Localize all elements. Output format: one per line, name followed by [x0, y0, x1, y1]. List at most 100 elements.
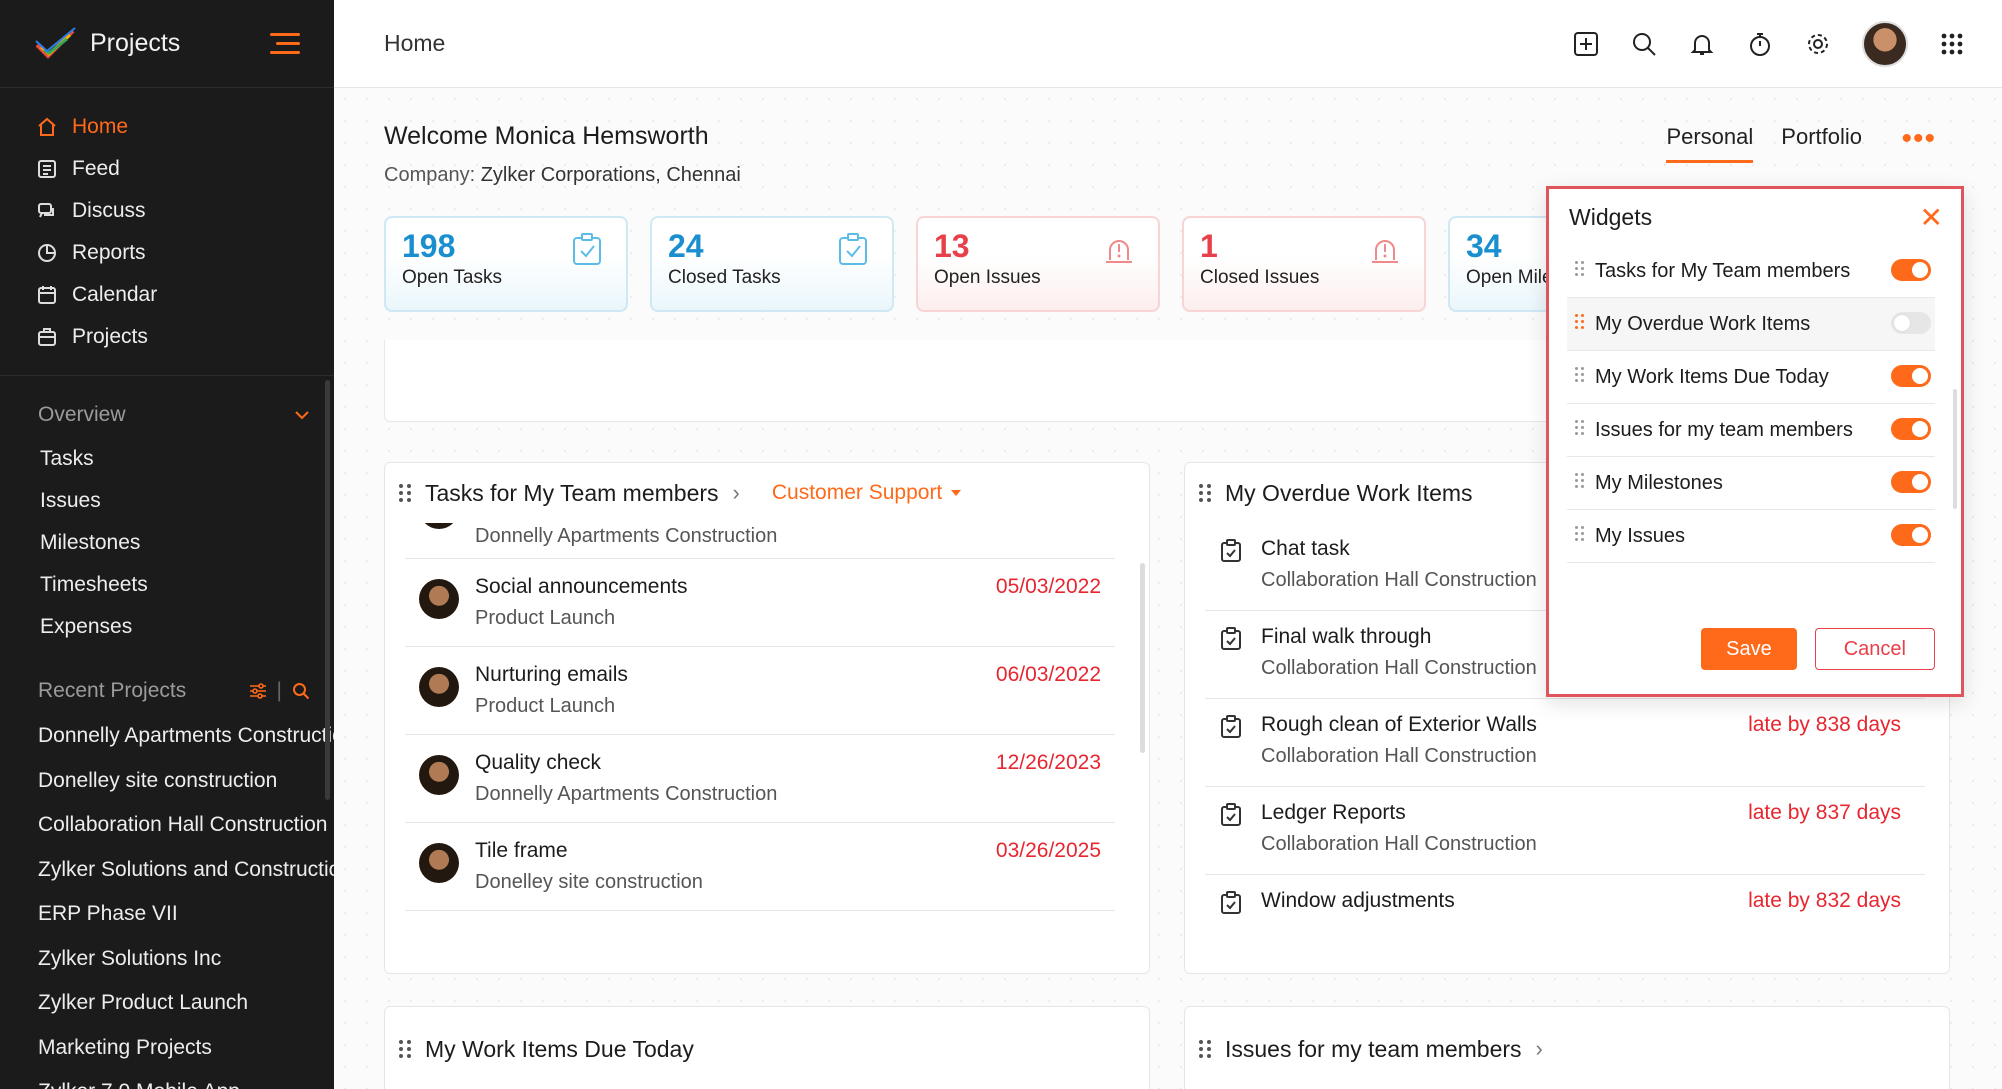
widgets-title: Widgets: [1569, 203, 1653, 230]
task-name[interactable]: Window adjustments: [1261, 889, 1455, 913]
nav-label: Feed: [72, 157, 120, 180]
table-row[interactable]: Ledger Reports Collaboration Hall Constr…: [1205, 787, 1925, 875]
table-row[interactable]: Rough clean of Exterior Walls Collaborat…: [1205, 699, 1925, 787]
overview-item-expenses[interactable]: Expenses: [0, 606, 334, 648]
recent-project-item[interactable]: Zylker Solutions Inc: [0, 937, 334, 982]
sidebar-scrollbar[interactable]: [325, 380, 330, 800]
widget-option[interactable]: Tasks for My Team members: [1567, 245, 1935, 298]
task-name[interactable]: Quality check: [475, 751, 601, 775]
widget-title[interactable]: My Work Items Due Today: [425, 1036, 694, 1063]
overview-item-tasks[interactable]: Tasks: [0, 438, 334, 480]
nav-item-discuss[interactable]: Discuss: [0, 190, 334, 232]
task-icon: [1221, 803, 1241, 826]
drag-handle-icon[interactable]: [1199, 1040, 1213, 1058]
stat-open-tasks[interactable]: 198 Open Tasks: [384, 216, 628, 312]
recent-project-item[interactable]: Zylker Solutions and Construction: [0, 848, 334, 893]
recent-project-item[interactable]: Collaboration Hall Construction: [0, 803, 334, 848]
table-row[interactable]: Quality check Donnelly Apartments Constr…: [405, 735, 1115, 823]
drag-handle-icon[interactable]: [1575, 367, 1584, 382]
task-name[interactable]: Ledger Reports: [1261, 801, 1406, 825]
widget-option[interactable]: My Issues: [1567, 510, 1935, 563]
more-options-icon[interactable]: •••: [1901, 124, 1936, 154]
chevron-right-icon[interactable]: ›: [1536, 1036, 1543, 1062]
search-icon[interactable]: [1630, 30, 1658, 58]
widget-title[interactable]: My Overdue Work Items: [1225, 480, 1473, 507]
recent-project-item[interactable]: Donelley site construction: [0, 759, 334, 804]
table-row[interactable]: Window adjustments late by 832 days: [1205, 875, 1925, 963]
drag-handle-icon[interactable]: [1575, 526, 1584, 541]
list-scrollbar[interactable]: [1140, 563, 1145, 753]
widget-toggle[interactable]: [1891, 365, 1931, 387]
nav-item-feed[interactable]: Feed: [0, 148, 334, 190]
late-badge: late by 838 days: [1748, 713, 1901, 736]
nav-item-projects[interactable]: Projects: [0, 316, 334, 358]
widgets-actions: Save Cancel: [1701, 628, 1935, 670]
widget-option[interactable]: My Milestones: [1567, 457, 1935, 510]
gear-icon[interactable]: [1804, 30, 1832, 58]
close-icon[interactable]: ✕: [1920, 201, 1943, 234]
widget-option-label: My Issues: [1595, 525, 1686, 547]
task-name[interactable]: Chat task: [1261, 537, 1350, 561]
task-name[interactable]: Final walk through: [1261, 625, 1431, 649]
drag-handle-icon[interactable]: [399, 1040, 413, 1058]
recent-project-item[interactable]: ERP Phase VII: [0, 892, 334, 937]
overview-header[interactable]: Overview: [0, 392, 334, 438]
task-name[interactable]: Tile frame: [475, 839, 568, 863]
table-row[interactable]: Social announcements Product Launch 05/0…: [405, 559, 1115, 647]
timer-icon[interactable]: [1746, 30, 1774, 58]
drag-handle-icon[interactable]: [1575, 473, 1584, 488]
chevron-right-icon[interactable]: ›: [733, 480, 740, 506]
widget-toggle[interactable]: [1891, 259, 1931, 281]
task-name[interactable]: Social announcements: [475, 575, 687, 599]
cancel-button[interactable]: Cancel: [1814, 628, 1935, 670]
widget-option-label: My Milestones: [1595, 472, 1723, 494]
drag-handle-icon[interactable]: [1575, 314, 1584, 329]
widget-toggle[interactable]: [1891, 471, 1931, 493]
menu-toggle-icon[interactable]: [270, 29, 300, 59]
nav-label: Home: [72, 115, 129, 138]
search-icon[interactable]: [292, 682, 310, 700]
overview-item-timesheets[interactable]: Timesheets: [0, 564, 334, 606]
task-name[interactable]: Nurturing emails: [475, 663, 628, 687]
nav-item-reports[interactable]: Reports: [0, 232, 334, 274]
add-icon[interactable]: [1572, 30, 1600, 58]
widget-option[interactable]: My Overdue Work Items: [1567, 298, 1935, 351]
drag-handle-icon[interactable]: [1575, 261, 1584, 276]
widget-toggle[interactable]: [1891, 418, 1931, 440]
widget-title[interactable]: Issues for my team members: [1225, 1036, 1522, 1063]
stat-closed-issues[interactable]: 1 Closed Issues: [1182, 216, 1426, 312]
apps-grid-icon[interactable]: [1938, 30, 1966, 58]
filter-sliders-icon[interactable]: [249, 683, 267, 699]
recent-project-item[interactable]: Zylker 7.0 Mobile App: [0, 1070, 334, 1089]
widget-option[interactable]: My Work Items Due Today: [1567, 351, 1935, 404]
table-row[interactable]: Donnelly Apartments Construction: [405, 523, 1115, 559]
reports-icon: [36, 242, 58, 264]
bell-icon[interactable]: [1688, 30, 1716, 58]
recent-project-item[interactable]: Marketing Projects: [0, 1026, 334, 1071]
recent-project-item[interactable]: Donnelly Apartments Construction: [0, 714, 334, 759]
save-button[interactable]: Save: [1701, 628, 1797, 670]
nav-item-calendar[interactable]: Calendar: [0, 274, 334, 316]
user-avatar[interactable]: [1862, 20, 1908, 67]
overview-item-milestones[interactable]: Milestones: [0, 522, 334, 564]
table-row[interactable]: Tile frame Donelley site construction 03…: [405, 823, 1115, 911]
widget-toggle[interactable]: [1891, 312, 1931, 334]
task-name[interactable]: Rough clean of Exterior Walls: [1261, 713, 1537, 737]
nav-item-home[interactable]: Home: [0, 106, 334, 148]
caret-down-icon: [951, 490, 962, 496]
overview-item-issues[interactable]: Issues: [0, 480, 334, 522]
widgets-scrollbar[interactable]: [1953, 389, 1957, 509]
stat-closed-tasks[interactable]: 24 Closed Tasks: [650, 216, 894, 312]
drag-handle-icon[interactable]: [1575, 420, 1584, 435]
recent-project-item[interactable]: Zylker Product Launch: [0, 981, 334, 1026]
widget-toggle[interactable]: [1891, 524, 1931, 546]
team-filter-dropdown[interactable]: Customer Support: [772, 481, 962, 505]
tab-portfolio[interactable]: Portfolio: [1781, 124, 1862, 163]
drag-handle-icon[interactable]: [1199, 484, 1213, 502]
stat-open-issues[interactable]: 13 Open Issues: [916, 216, 1160, 312]
drag-handle-icon[interactable]: [399, 484, 413, 502]
widget-title[interactable]: Tasks for My Team members: [425, 480, 719, 507]
table-row[interactable]: Nurturing emails Product Launch 06/03/20…: [405, 647, 1115, 735]
tab-personal[interactable]: Personal: [1666, 124, 1754, 163]
widget-option[interactable]: Issues for my team members: [1567, 404, 1935, 457]
